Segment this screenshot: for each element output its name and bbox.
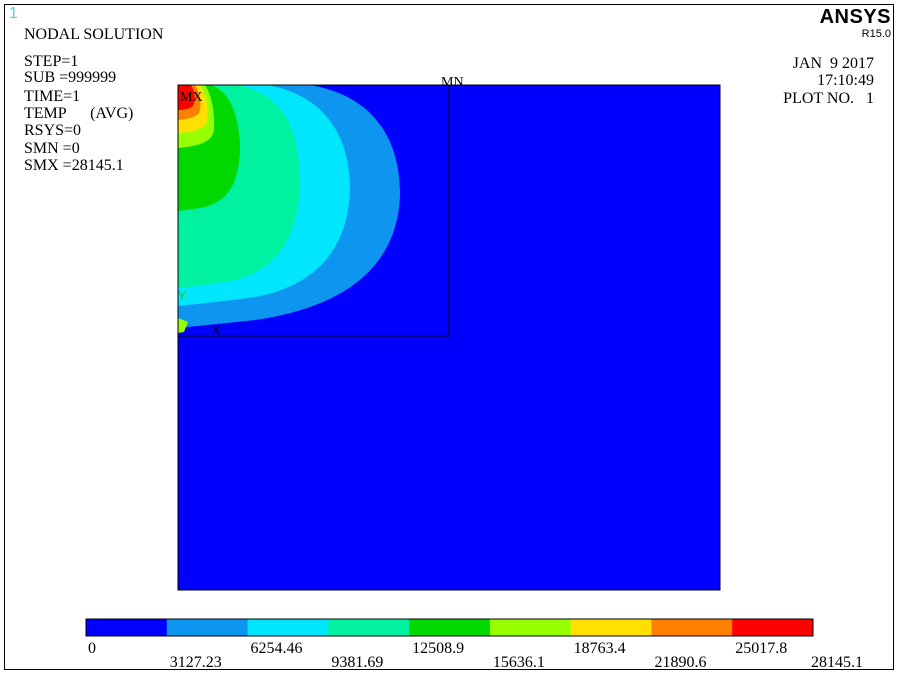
x-axis-label: X [212, 323, 220, 337]
max-marker: MX [180, 90, 203, 105]
min-marker: MN [441, 75, 464, 90]
legend-label-2: 6254.46 [250, 640, 303, 657]
legend-swatch-0 [86, 619, 168, 636]
legend-swatch-7 [651, 619, 733, 636]
y-axis-label: Y [178, 289, 186, 303]
legend-label-0: 0 [88, 640, 96, 657]
legend-swatch-1 [166, 619, 249, 636]
contour-plot: MN MX Y X [85, 75, 814, 637]
legend-label-6: 18763.4 [573, 640, 626, 657]
legend-label-9: 28145.1 [811, 654, 863, 671]
legend-label-7: 21890.6 [654, 654, 707, 671]
legend-swatch-2 [247, 619, 329, 636]
legend-label-8: 25017.8 [735, 640, 788, 657]
legend-label-5: 15636.1 [492, 654, 545, 671]
legend-swatch-8 [732, 619, 814, 636]
legend-label-4: 12508.9 [412, 640, 465, 657]
legend-label-1: 3127.23 [169, 654, 222, 671]
legend-swatch-5 [489, 619, 572, 636]
legend-swatch-4 [409, 619, 491, 636]
legend-swatch-6 [570, 619, 652, 636]
legend-swatch-3 [328, 619, 410, 636]
legend-label-3: 9381.69 [331, 654, 384, 671]
legend-bar [85, 618, 814, 637]
